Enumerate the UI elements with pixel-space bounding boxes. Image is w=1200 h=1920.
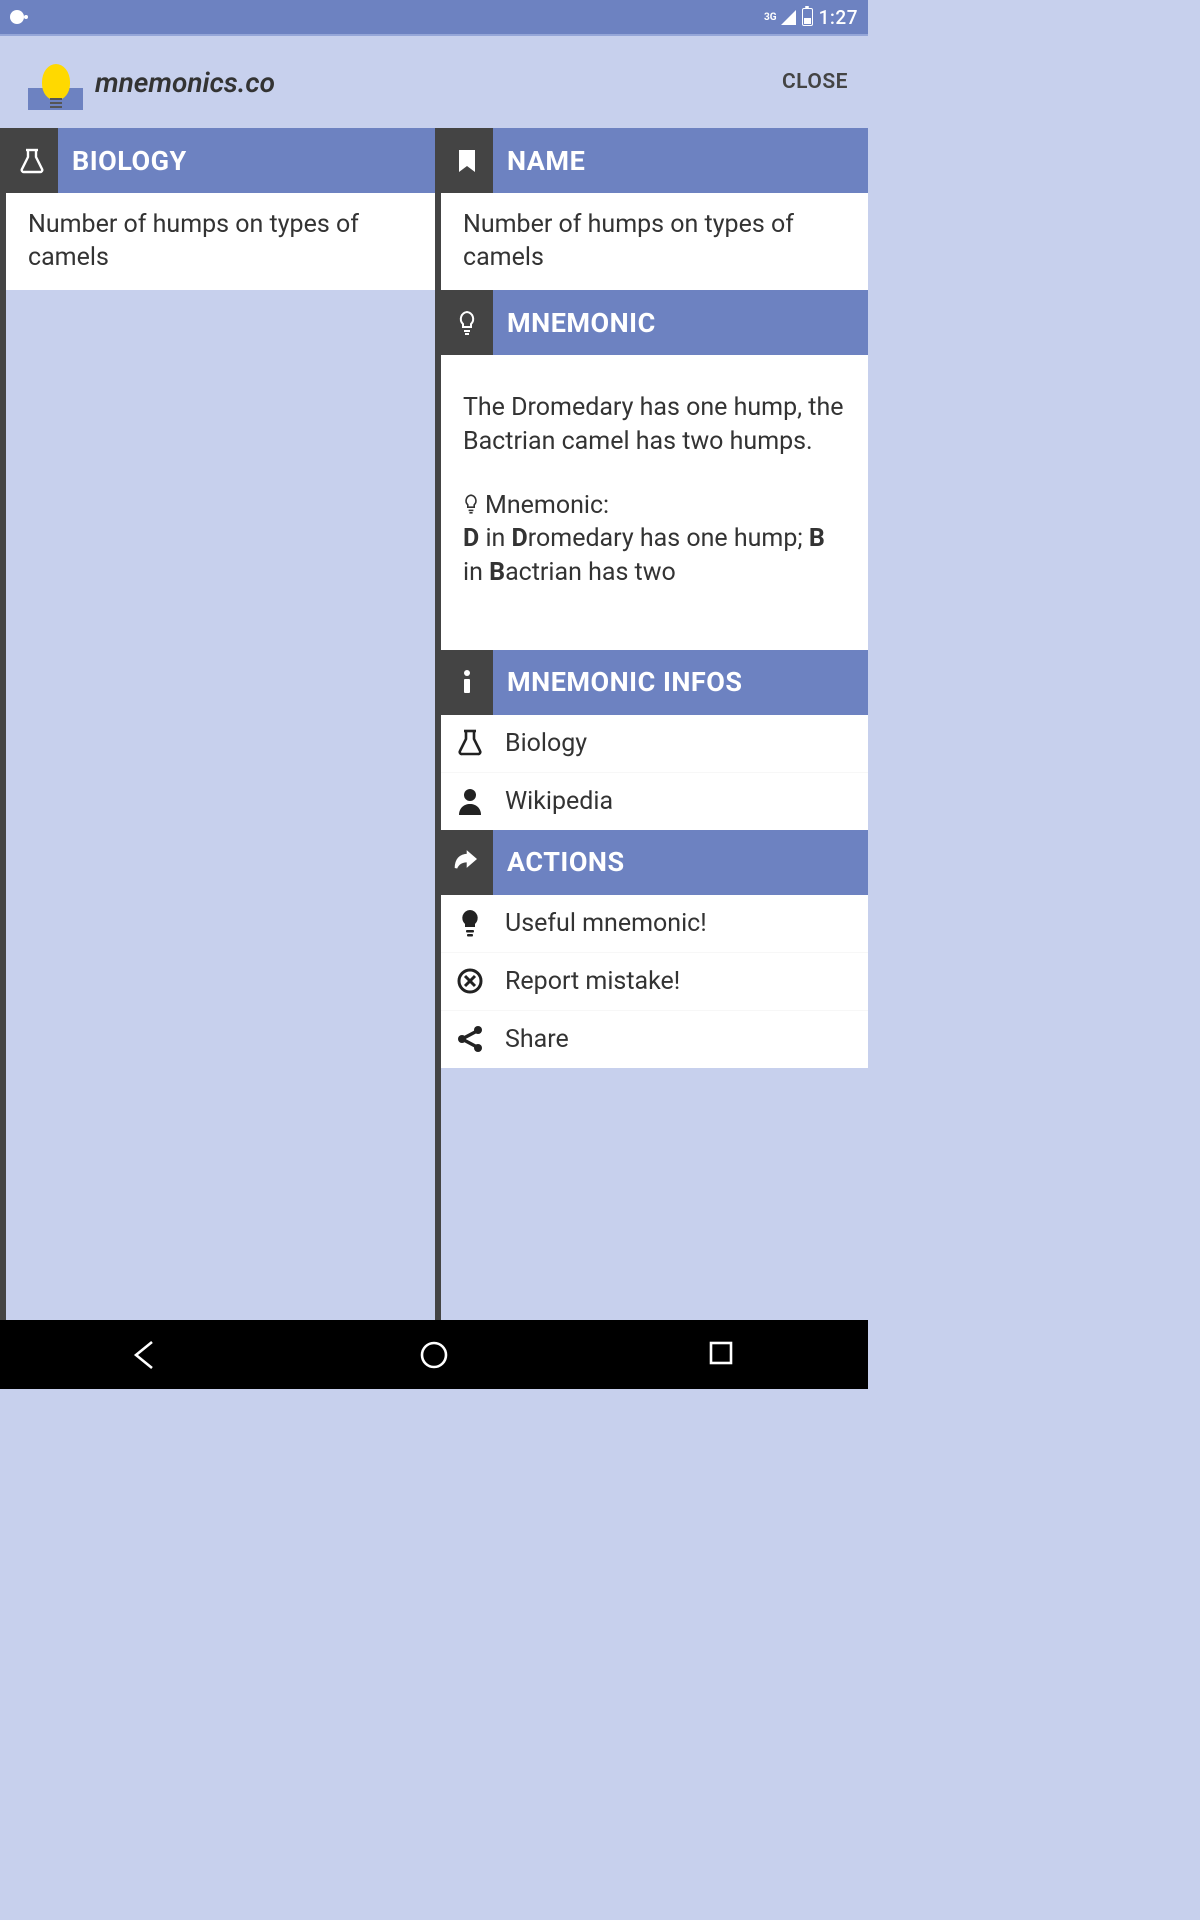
action-label: Report mistake! — [505, 967, 680, 996]
android-nav-bar — [0, 1320, 868, 1389]
lightbulb-inline-icon — [463, 493, 479, 515]
status-bar: 3G 1:27 — [0, 0, 868, 34]
flask-icon — [6, 128, 58, 193]
info-item-biology[interactable]: Biology — [441, 715, 868, 772]
action-share[interactable]: Share — [441, 1010, 868, 1068]
actions-title: ACTIONS — [493, 830, 868, 895]
infos-header: MNEMONIC INFOS — [441, 650, 868, 715]
action-label: Share — [505, 1025, 569, 1054]
recent-apps-button[interactable] — [706, 1338, 740, 1372]
info-item-wikipedia[interactable]: Wikipedia — [441, 772, 868, 830]
user-icon — [453, 787, 487, 815]
name-value: Number of humps on types of camels — [441, 193, 868, 290]
clock-label: 1:27 — [819, 6, 858, 29]
mnemonic-content: The Dromedary has one hump, the Bactrian… — [441, 355, 868, 650]
error-circle-icon — [453, 967, 487, 995]
mnemonic-line: D in Dromedary has one hump; B in Bactri… — [463, 524, 825, 587]
battery-icon — [802, 8, 813, 26]
infos-title: MNEMONIC INFOS — [493, 650, 868, 715]
home-button[interactable] — [417, 1338, 451, 1372]
share-icon — [453, 1025, 487, 1053]
category-title: BIOLOGY — [58, 128, 435, 193]
app-logo-icon — [28, 55, 83, 110]
mnemonic-header: MNEMONIC — [441, 290, 868, 355]
name-header: NAME — [441, 128, 868, 193]
detail-pane: NAME Number of humps on types of camels … — [435, 128, 868, 1320]
actions-header: ACTIONS — [441, 830, 868, 895]
action-label: Useful mnemonic! — [505, 909, 707, 938]
network-type-label: 3G — [764, 12, 777, 23]
cell-signal-icon — [781, 10, 796, 25]
lightbulb-icon — [441, 290, 493, 355]
mnemonic-intro: The Dromedary has one hump, the Bactrian… — [463, 393, 843, 456]
back-button[interactable] — [128, 1338, 162, 1372]
action-useful[interactable]: Useful mnemonic! — [441, 895, 868, 952]
info-item-label: Wikipedia — [505, 787, 613, 816]
share-out-icon — [441, 830, 493, 895]
sync-icon — [10, 10, 24, 24]
category-header: BIOLOGY — [6, 128, 435, 193]
action-report[interactable]: Report mistake! — [441, 952, 868, 1010]
category-pane: BIOLOGY Number of humps on types of came… — [0, 128, 435, 1320]
bookmark-icon — [441, 128, 493, 193]
lightbulb-icon — [453, 909, 487, 937]
mnemonic-label: Mnemonic: — [485, 491, 609, 520]
mnemonic-title: MNEMONIC — [493, 290, 868, 355]
category-item[interactable]: Number of humps on types of camels — [6, 193, 435, 290]
info-icon — [441, 650, 493, 715]
app-bar: mnemonics.co CLOSE — [0, 34, 868, 128]
name-title: NAME — [493, 128, 868, 193]
flask-icon — [453, 729, 487, 757]
app-title: mnemonics.co — [95, 66, 275, 99]
info-item-label: Biology — [505, 729, 587, 758]
close-button[interactable]: CLOSE — [782, 70, 848, 94]
